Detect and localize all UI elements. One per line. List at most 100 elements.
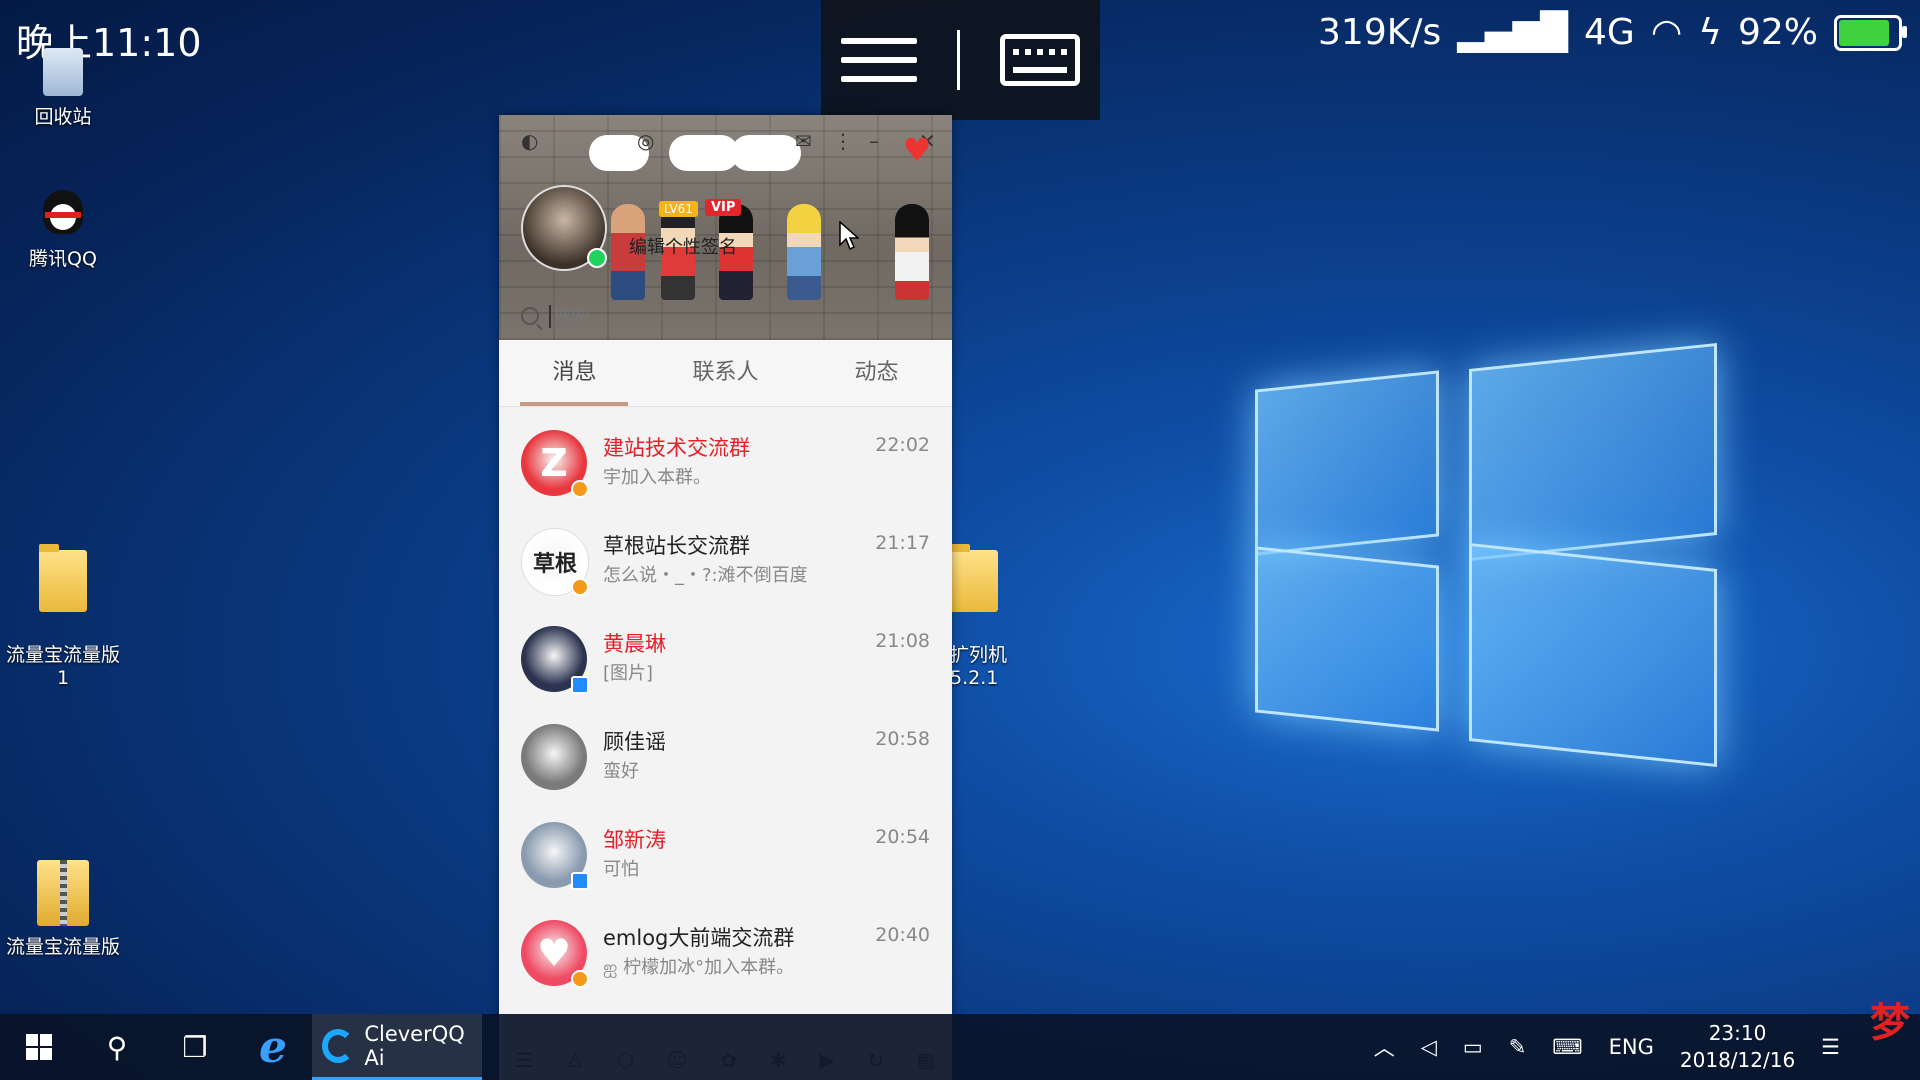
group-badge-icon bbox=[571, 578, 589, 596]
message-time: 20:54 bbox=[875, 826, 930, 848]
desktop-icon-qq[interactable]: 腾讯QQ bbox=[0, 180, 128, 271]
message-preview: [图片] bbox=[603, 663, 654, 684]
group-badge-icon bbox=[571, 480, 589, 498]
level-badge: LV61 bbox=[659, 201, 698, 217]
cartoon-figure bbox=[895, 204, 929, 300]
menu-icon[interactable] bbox=[841, 38, 917, 82]
battery-percent: 92% bbox=[1737, 12, 1818, 53]
volume-muted-icon[interactable]: ◁ bbox=[1421, 1035, 1437, 1059]
speech-bubble bbox=[731, 135, 801, 171]
message-row[interactable]: 草根 草根站长交流群 怎么说・_・?:滩不倒百度 21:17 bbox=[499, 512, 952, 610]
folder-icon bbox=[39, 544, 87, 612]
search-input[interactable] bbox=[549, 304, 755, 328]
wifi-icon: ◠ bbox=[1650, 12, 1683, 53]
message-preview: 可怕 bbox=[603, 859, 639, 880]
network-type: 4G bbox=[1584, 12, 1635, 53]
message-row[interactable]: ♥ emlog大前端交流群 ஐ 柠檬加冰°加入本群。 20:40 bbox=[499, 904, 952, 1002]
clock-date: 2018/12/16 bbox=[1679, 1048, 1796, 1072]
touch-keyboard-icon[interactable]: ⌨ bbox=[1552, 1035, 1582, 1059]
contact-avatar bbox=[521, 724, 587, 790]
desktop-icon-label: 流量宝流量版 bbox=[5, 936, 120, 958]
cartoon-figure bbox=[787, 204, 821, 300]
device-badge-icon bbox=[571, 676, 589, 694]
desktop-icon-folder[interactable]: 流量宝流量版 1 bbox=[0, 528, 128, 711]
status-indicators: 319K/s ▂▄▆█ 4G ◠ ϟ 92% bbox=[1318, 12, 1907, 53]
vip-badge: VIP bbox=[705, 199, 742, 216]
tab-contacts[interactable]: 联系人 bbox=[650, 340, 801, 406]
signature-text[interactable]: 编辑个性签名 bbox=[629, 233, 737, 259]
desktop-icon-recycle-bin[interactable]: 回收站 bbox=[0, 48, 128, 129]
search-bar[interactable] bbox=[499, 292, 952, 340]
message-row[interactable]: 黄晨琳 [图片] 21:08 bbox=[499, 610, 952, 708]
toolbar-divider bbox=[957, 30, 960, 90]
start-button[interactable] bbox=[0, 1014, 78, 1080]
desktop-icon-zip[interactable]: 流量宝流量版 bbox=[0, 860, 128, 959]
qq-penguin-icon bbox=[37, 180, 89, 238]
search-icon bbox=[521, 307, 539, 325]
heart-icon: ♥ bbox=[902, 131, 932, 169]
charging-icon: ϟ bbox=[1698, 12, 1722, 53]
show-hidden-icons-icon[interactable]: ︿ bbox=[1374, 1032, 1395, 1062]
message-list: Z 建站技术交流群 宇加入本群。 22:02 草根 草根站长交流群 怎么说・_・?:滩不倒百… bbox=[499, 406, 952, 1040]
device-badge-icon bbox=[571, 872, 589, 890]
zip-folder-icon bbox=[37, 860, 89, 926]
contact-name: emlog大前端交流群 bbox=[603, 926, 795, 950]
contact-name: 邹新涛 bbox=[603, 828, 666, 852]
contact-name: 建站技术交流群 bbox=[603, 436, 750, 460]
mail-icon[interactable]: ✉ bbox=[795, 129, 812, 153]
message-time: 21:08 bbox=[875, 630, 930, 652]
tab-moments[interactable]: 动态 bbox=[801, 340, 952, 406]
mouse-cursor-icon bbox=[839, 221, 859, 251]
message-preview: ஐ 柠檬加冰°加入本群。 bbox=[603, 957, 795, 978]
internet-explorer-icon: e bbox=[259, 1021, 287, 1073]
windows-start-icon bbox=[26, 1034, 52, 1060]
message-preview: 蛮好 bbox=[603, 761, 639, 782]
cleverqq-icon bbox=[322, 1028, 355, 1063]
qq-tabs: 消息 联系人 动态 bbox=[499, 340, 952, 407]
search-icon: ⚲ bbox=[106, 1030, 128, 1064]
pen-icon[interactable]: ✎ bbox=[1509, 1035, 1527, 1059]
qq-window: ◐ ◎ ✉ ⋮ – ✕ ♥ LV61 VIP 编辑个性签名 消息 联系人 动态 … bbox=[499, 115, 952, 1080]
contact-name: 草根站长交流群 bbox=[603, 534, 750, 558]
message-time: 20:40 bbox=[875, 924, 930, 946]
task-view-icon: ❐ bbox=[182, 1030, 208, 1064]
contact-name: 黄晨琳 bbox=[603, 632, 666, 656]
online-status-icon bbox=[587, 248, 607, 268]
keyboard-icon[interactable] bbox=[1000, 34, 1080, 86]
contact-name: 顾佳谣 bbox=[603, 730, 666, 754]
network-icon[interactable]: ▭ bbox=[1463, 1035, 1483, 1059]
message-row[interactable]: 顾佳谣蛮好 20:58 bbox=[499, 708, 952, 806]
taskbar: ⚲ ❐ e CleverQQ Ai ︿ ◁ ▭ ✎ ⌨ ENG 23:10 20… bbox=[0, 1014, 1920, 1080]
tab-messages[interactable]: 消息 bbox=[499, 340, 650, 406]
windows-logo-wallpaper bbox=[1255, 320, 1717, 768]
folder-icon bbox=[950, 544, 998, 612]
network-speed: 319K/s bbox=[1318, 12, 1442, 53]
message-row[interactable]: 邹新涛可怕 20:54 bbox=[499, 806, 952, 904]
taskbar-app-cleverqq[interactable]: CleverQQ Ai bbox=[312, 1014, 482, 1080]
message-time: 20:58 bbox=[875, 728, 930, 750]
message-time: 21:17 bbox=[875, 532, 930, 554]
desktop-icon-label: 流量宝流量版 1 bbox=[5, 644, 120, 689]
remote-toolbar bbox=[821, 0, 1100, 120]
message-row[interactable]: Z 建站技术交流群 宇加入本群。 22:02 bbox=[499, 414, 952, 512]
qq-profile-header: ◐ ◎ ✉ ⋮ – ✕ ♥ LV61 VIP 编辑个性签名 bbox=[499, 115, 952, 340]
battery-icon bbox=[1834, 14, 1907, 51]
speech-bubble bbox=[669, 135, 739, 171]
recycle-bin-icon bbox=[43, 48, 83, 96]
desktop-icon-label: 回收站 bbox=[34, 106, 92, 128]
desktop-icon-label: 腾讯QQ bbox=[29, 248, 97, 270]
clock-time: 23:10 bbox=[1708, 1021, 1767, 1045]
skin-icon[interactable]: ◎ bbox=[637, 129, 654, 153]
taskbar-app-label: CleverQQ Ai bbox=[364, 1021, 465, 1070]
search-button[interactable]: ⚲ bbox=[78, 1014, 156, 1080]
taskbar-clock[interactable]: 23:10 2018/12/16 bbox=[1680, 1020, 1795, 1074]
task-view-button[interactable]: ❐ bbox=[156, 1014, 234, 1080]
ie-button[interactable]: e bbox=[234, 1014, 312, 1080]
minimize-icon[interactable]: – bbox=[869, 129, 879, 153]
language-indicator[interactable]: ENG bbox=[1609, 1035, 1654, 1059]
message-preview: 怎么说・_・?:滩不倒百度 bbox=[603, 565, 808, 586]
group-badge-icon bbox=[571, 970, 589, 988]
watermark-logo: 梦 bbox=[1870, 999, 1910, 1046]
more-icon[interactable]: ⋮ bbox=[833, 129, 853, 153]
signal-icon: ▂▄▆█ bbox=[1457, 12, 1568, 53]
